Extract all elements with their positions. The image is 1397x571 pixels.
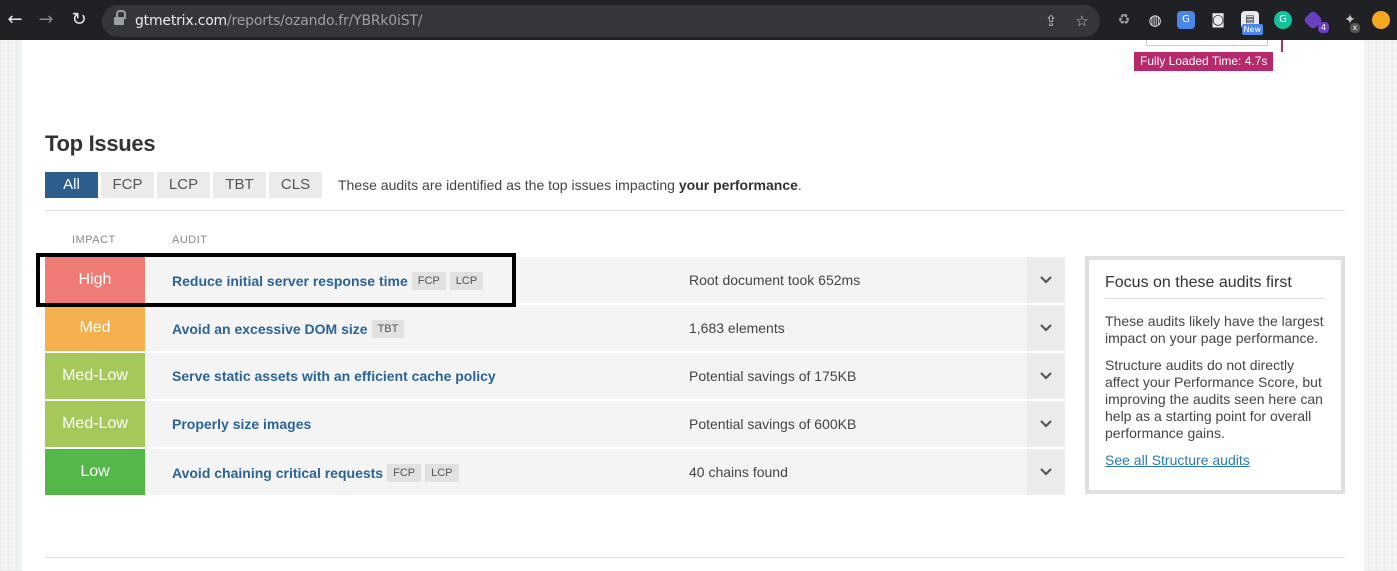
lock-icon: [114, 10, 126, 26]
audit-link[interactable]: Avoid an excessive DOM size TBT: [172, 320, 405, 338]
chevron-down-icon: [1040, 468, 1052, 476]
translate-extension-icon[interactable]: G: [1177, 11, 1195, 29]
impact-column-header: IMPACT: [72, 234, 116, 246]
recycle-extension-icon[interactable]: ♻: [1115, 11, 1133, 29]
audit-column-header: AUDIT: [172, 234, 208, 246]
chevron-down-icon: [1040, 324, 1052, 332]
address-bar[interactable]: gtmetrix.com/reports/ozando.fr/YBRk0iST/…: [102, 5, 1100, 37]
expand-button[interactable]: [1027, 401, 1065, 447]
expand-button[interactable]: [1027, 257, 1065, 303]
audit-result: Potential savings of 600KB: [689, 416, 857, 432]
grammarly-extension-icon[interactable]: G: [1274, 11, 1292, 29]
tab-tbt[interactable]: TBT: [213, 172, 266, 198]
highlight-annotation: [36, 253, 516, 307]
table-row[interactable]: Med-Low Properly size images Potential s…: [45, 401, 1065, 447]
table-row[interactable]: Low Avoid chaining critical requests FCP L…: [45, 449, 1065, 495]
tab-lcp[interactable]: LCP: [157, 172, 210, 198]
tabs-description: These audits are identified as the top i…: [338, 177, 802, 193]
expand-button[interactable]: [1027, 353, 1065, 399]
x-badge: x: [1350, 23, 1360, 33]
impact-badge: Med-Low: [45, 353, 145, 399]
camera-extension-icon[interactable]: ◙: [1209, 11, 1227, 29]
chevron-down-icon: [1040, 420, 1052, 428]
focus-info-box: Focus on these audits first These audits…: [1085, 256, 1345, 494]
fully-loaded-marker: [1281, 40, 1283, 52]
focus-box-text: Structure audits do not directly affect …: [1105, 357, 1323, 441]
fully-loaded-label: Fully Loaded Time: 4.7s: [1134, 52, 1274, 71]
metric-tag: TBT: [371, 320, 405, 338]
audit-result: 1,683 elements: [689, 320, 785, 336]
audit-result: Root document took 652ms: [689, 272, 861, 288]
focus-box-title: Focus on these audits first: [1105, 274, 1325, 299]
structure-audits-link[interactable]: See all Structure audits: [1105, 452, 1250, 468]
tab-fcp[interactable]: FCP: [101, 172, 154, 198]
focus-box-text: These audits likely have the largest imp…: [1105, 313, 1324, 346]
impact-badge: Med-Low: [45, 401, 145, 447]
count-badge: 4: [1318, 22, 1329, 33]
profile-extension-icon[interactable]: [1372, 11, 1390, 29]
chevron-down-icon: [1040, 276, 1052, 284]
metric-filter-tabs: All FCP LCP TBT CLS: [45, 172, 322, 198]
bookmark-star-icon[interactable]: ☆: [1073, 12, 1091, 30]
table-row[interactable]: Med-Low Serve static assets with an effi…: [45, 353, 1065, 399]
audit-link[interactable]: Avoid chaining critical requests FCP LCP: [172, 464, 459, 482]
audit-result: Potential savings of 175KB: [689, 368, 857, 384]
back-icon[interactable]: ←: [4, 8, 26, 32]
section-title: Top Issues: [45, 131, 156, 156]
forward-icon[interactable]: →: [35, 8, 57, 32]
chevron-down-icon: [1040, 372, 1052, 380]
share-icon[interactable]: ⇪: [1042, 12, 1060, 30]
audit-link[interactable]: Properly size images: [172, 416, 311, 432]
globe-extension-icon[interactable]: ◍: [1146, 11, 1164, 29]
metric-tag: LCP: [425, 464, 459, 482]
new-extension-icon[interactable]: ▤ New: [1241, 11, 1263, 35]
expand-button[interactable]: [1027, 305, 1065, 351]
tab-all[interactable]: All: [45, 172, 98, 198]
divider: [45, 210, 1345, 211]
expand-button[interactable]: [1027, 449, 1065, 495]
audit-result: 40 chains found: [689, 464, 788, 480]
tab-cls[interactable]: CLS: [269, 172, 322, 198]
impact-badge: Med: [45, 305, 145, 351]
url-text[interactable]: gtmetrix.com/reports/ozando.fr/YBRk0iST/: [135, 13, 422, 29]
browser-toolbar: ← → ↻ gtmetrix.com/reports/ozando.fr/YBR…: [0, 0, 1397, 40]
metric-tag: FCP: [387, 464, 422, 482]
timeline-bar: [1146, 40, 1268, 46]
new-badge: New: [1241, 24, 1263, 35]
reload-icon[interactable]: ↻: [68, 8, 90, 32]
impact-badge: Low: [45, 449, 145, 495]
divider: [45, 557, 1345, 558]
audit-link[interactable]: Serve static assets with an efficient ca…: [172, 368, 496, 384]
table-row[interactable]: Med Avoid an excessive DOM size TBT 1,683…: [45, 305, 1065, 351]
